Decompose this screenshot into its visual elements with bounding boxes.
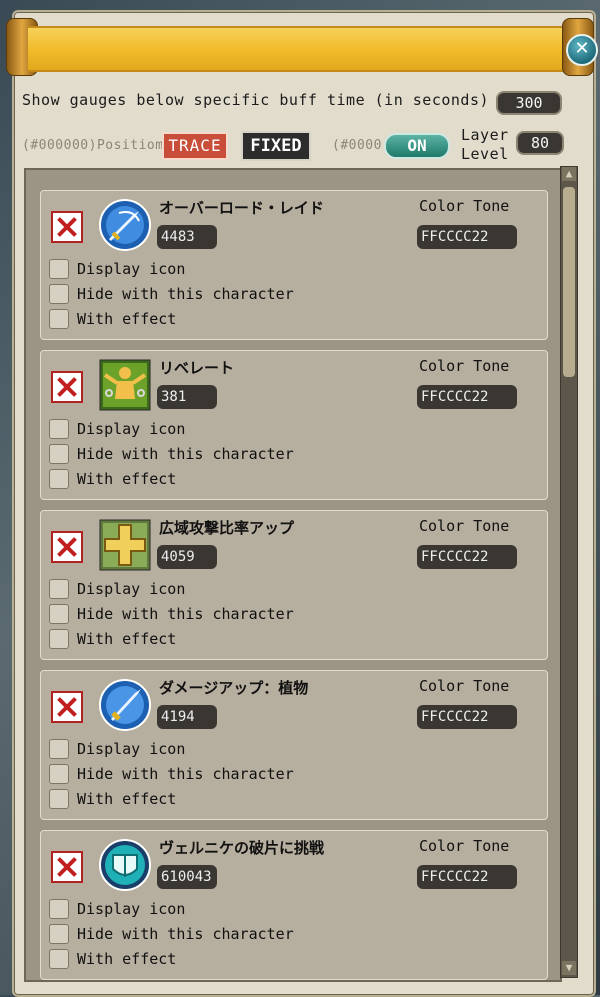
with-effect-checkbox[interactable] (49, 789, 69, 809)
remove-buff-button[interactable] (51, 691, 83, 723)
hide-character-checkbox[interactable] (49, 284, 69, 304)
chain-break-icon (99, 359, 151, 411)
on-hint: (#0000 (332, 138, 382, 153)
color-tone-field[interactable]: FFCCCC22 (417, 545, 517, 569)
buff-name: 広域攻撃比率アップ (159, 519, 295, 537)
buff-card: オーバーロード・レイド 4483 Color Tone FFCCCC22 Dis… (40, 190, 548, 340)
buff-card: ダメージアップ：植物 4194 Color Tone FFCCCC22 Disp… (40, 670, 548, 820)
buff-card: 広域攻撃比率アップ 4059 Color Tone FFCCCC22 Displ… (40, 510, 548, 660)
display-icon-checkbox[interactable] (49, 739, 69, 759)
hide-character-label: Hide with this character (77, 285, 294, 303)
hide-character-checkbox[interactable] (49, 764, 69, 784)
gauge-time-input[interactable]: 300 (496, 91, 562, 115)
display-icon-checkbox[interactable] (49, 579, 69, 599)
list-scrollbar[interactable]: ▲ ▼ (560, 166, 578, 978)
trace-button[interactable]: TRACE (162, 132, 228, 160)
with-effect-checkbox[interactable] (49, 949, 69, 969)
display-icon-checkbox[interactable] (49, 259, 69, 279)
remove-buff-button[interactable] (51, 531, 83, 563)
remove-buff-button[interactable] (51, 371, 83, 403)
cross-shield-icon (99, 519, 151, 571)
hide-character-label: Hide with this character (77, 605, 294, 623)
layer-label-line2: Level (461, 145, 509, 163)
remove-buff-button[interactable] (51, 851, 83, 883)
with-effect-label: With effect (77, 790, 177, 808)
gauge-time-label: Show gauges below specific buff time (in… (22, 91, 490, 109)
buff-name: ダメージアップ：植物 (159, 679, 309, 697)
display-icon-label: Display icon (77, 900, 186, 918)
display-icon-checkbox[interactable] (49, 419, 69, 439)
color-tone-field[interactable]: FFCCCC22 (417, 385, 517, 409)
remove-buff-button[interactable] (51, 211, 83, 243)
with-effect-label: With effect (77, 310, 177, 328)
color-tone-label: Color Tone (419, 197, 510, 215)
hide-character-label: Hide with this character (77, 925, 294, 943)
display-icon-checkbox[interactable] (49, 899, 69, 919)
display-icon-label: Display icon (77, 420, 186, 438)
buff-card: リベレート 381 Color Tone FFCCCC22 Display ic… (40, 350, 548, 500)
with-effect-label: With effect (77, 630, 177, 648)
buff-value-field[interactable]: 610043 (157, 865, 217, 889)
buff-value-field[interactable]: 4059 (157, 545, 217, 569)
position-hint: (#000000)Positiom (22, 138, 164, 153)
shield-icon (99, 839, 151, 891)
scroll-up-arrow-icon[interactable]: ▲ (562, 167, 576, 181)
hide-character-checkbox[interactable] (49, 604, 69, 624)
layer-level-input[interactable]: 80 (516, 131, 564, 155)
color-tone-label: Color Tone (419, 677, 510, 695)
hide-character-checkbox[interactable] (49, 444, 69, 464)
buff-value-field[interactable]: 4194 (157, 705, 217, 729)
buff-name: リベレート (159, 359, 235, 377)
color-tone-field[interactable]: FFCCCC22 (417, 705, 517, 729)
close-button[interactable]: ✕ (566, 34, 598, 66)
hide-character-label: Hide with this character (77, 445, 294, 463)
with-effect-checkbox[interactable] (49, 629, 69, 649)
buff-value-field[interactable]: 381 (157, 385, 217, 409)
with-effect-label: With effect (77, 950, 177, 968)
buff-name: オーバーロード・レイド (159, 199, 324, 217)
buff-name: ヴェルニケの破片に挑戦 (159, 839, 325, 857)
with-effect-checkbox[interactable] (49, 469, 69, 489)
scroll-down-arrow-icon[interactable]: ▼ (562, 961, 576, 975)
display-icon-label: Display icon (77, 740, 186, 758)
color-tone-field[interactable]: FFCCCC22 (417, 865, 517, 889)
with-effect-checkbox[interactable] (49, 309, 69, 329)
sword-icon (99, 679, 151, 731)
buff-value-field[interactable]: 4483 (157, 225, 217, 249)
with-effect-label: With effect (77, 470, 177, 488)
color-tone-label: Color Tone (419, 357, 510, 375)
title-scroll (28, 26, 568, 72)
color-tone-label: Color Tone (419, 837, 510, 855)
scroll-thumb[interactable] (563, 187, 575, 377)
color-tone-label: Color Tone (419, 517, 510, 535)
hide-character-label: Hide with this character (77, 765, 294, 783)
sword-slash-icon (99, 199, 151, 251)
display-icon-label: Display icon (77, 260, 186, 278)
hide-character-checkbox[interactable] (49, 924, 69, 944)
buff-list: オーバーロード・レイド 4483 Color Tone FFCCCC22 Dis… (24, 168, 562, 982)
display-icon-label: Display icon (77, 580, 186, 598)
buff-card: ヴェルニケの破片に挑戦 610043 Color Tone FFCCCC22 D… (40, 830, 548, 980)
color-tone-field[interactable]: FFCCCC22 (417, 225, 517, 249)
fixed-button[interactable]: FIXED (241, 131, 311, 161)
title-banner (0, 14, 600, 76)
on-toggle[interactable]: ON (384, 133, 450, 159)
layer-label-line1: Layer (461, 126, 509, 144)
